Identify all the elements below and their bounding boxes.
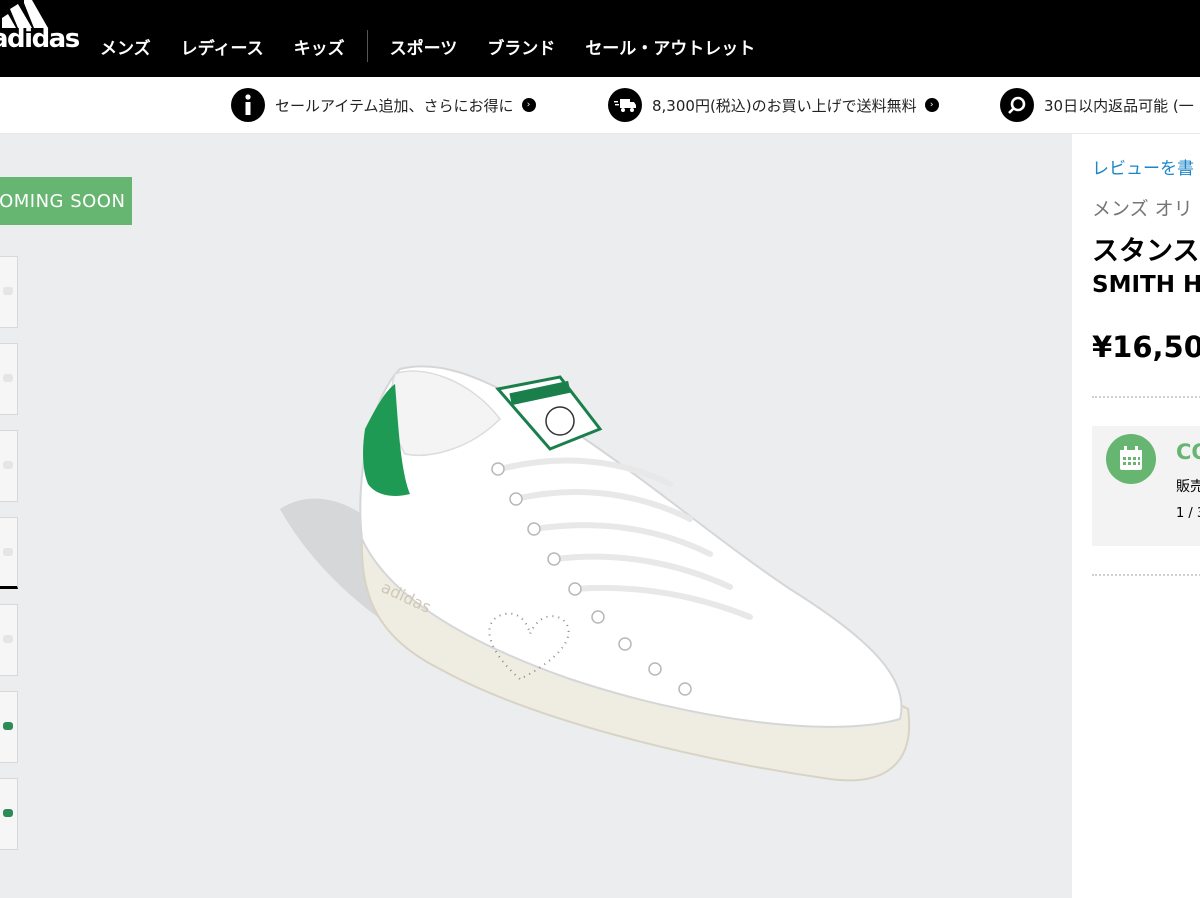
site-header: adidas メンズ レディース キッズ スポーツ ブランド セール・アウトレッ… <box>0 0 1200 77</box>
product-gallery: COMING SOON <box>0 134 1072 898</box>
info-icon <box>231 88 265 122</box>
release-count: 1 / 3 <box>1176 506 1200 521</box>
promo-sale[interactable]: セールアイテム追加、さらにお得に › <box>231 88 536 122</box>
divider <box>1092 574 1200 576</box>
main-nav: メンズ レディース キッズ スポーツ ブランド セール・アウトレット <box>100 30 785 62</box>
promo-bar: セールアイテム追加、さらにお得に › 8,300円(税込)のお買い上げで送料無料… <box>0 77 1200 134</box>
nav-item-womens[interactable]: レディース <box>181 34 264 59</box>
release-line: 販売 <box>1176 479 1200 495</box>
product-info-panel: レビューを書 メンズ オリ スタンス SMITH H ¥16,500 CO 販売… <box>1072 134 1200 898</box>
promo-shipping-text: 8,300円(税込)のお買い上げで送料無料 <box>652 96 917 115</box>
thumbnail[interactable] <box>0 691 18 763</box>
chevron-right-icon: › <box>924 98 939 112</box>
divider <box>1092 396 1200 398</box>
nav-divider <box>366 30 368 62</box>
promo-shipping[interactable]: 8,300円(税込)のお買い上げで送料無料 › <box>608 88 939 122</box>
thumbnail[interactable] <box>0 256 18 328</box>
product-price: ¥16,500 <box>1092 330 1200 364</box>
delivery-truck-icon <box>608 88 642 122</box>
adidas-logo[interactable]: adidas <box>0 0 80 56</box>
thumbnail-active[interactable] <box>0 517 18 589</box>
thumbnail[interactable] <box>0 778 18 850</box>
return-icon <box>1000 88 1034 122</box>
nav-item-sports[interactable]: スポーツ <box>390 34 458 59</box>
write-review-link[interactable]: レビューを書 <box>1092 154 1194 179</box>
product-title: スタンス <box>1092 236 1200 267</box>
promo-returns-text: 30日以内返品可能 (一 <box>1044 96 1194 115</box>
product-title-sub: SMITH H <box>1092 272 1200 298</box>
release-title: CO <box>1176 440 1200 464</box>
nav-item-kids[interactable]: キッズ <box>294 34 345 59</box>
promo-sale-text: セールアイテム追加、さらにお得に <box>275 96 514 115</box>
calendar-icon <box>1106 434 1156 484</box>
thumbnail[interactable] <box>0 604 18 676</box>
product-image: adidas <box>280 365 911 782</box>
chevron-right-icon: › <box>521 98 536 112</box>
product-category: メンズ オリ <box>1092 198 1193 220</box>
thumbnail[interactable] <box>0 430 18 502</box>
logo-wordmark: adidas <box>0 24 80 54</box>
release-info-box: CO 販売 1 / 3 <box>1092 426 1200 546</box>
nav-item-mens[interactable]: メンズ <box>100 34 151 59</box>
nav-item-sale-outlet[interactable]: セール・アウトレット <box>585 34 755 59</box>
promo-returns[interactable]: 30日以内返品可能 (一 <box>1000 88 1194 122</box>
thumbnail[interactable] <box>0 343 18 415</box>
nav-item-brands[interactable]: ブランド <box>487 34 555 59</box>
coming-soon-badge: COMING SOON <box>0 177 132 225</box>
